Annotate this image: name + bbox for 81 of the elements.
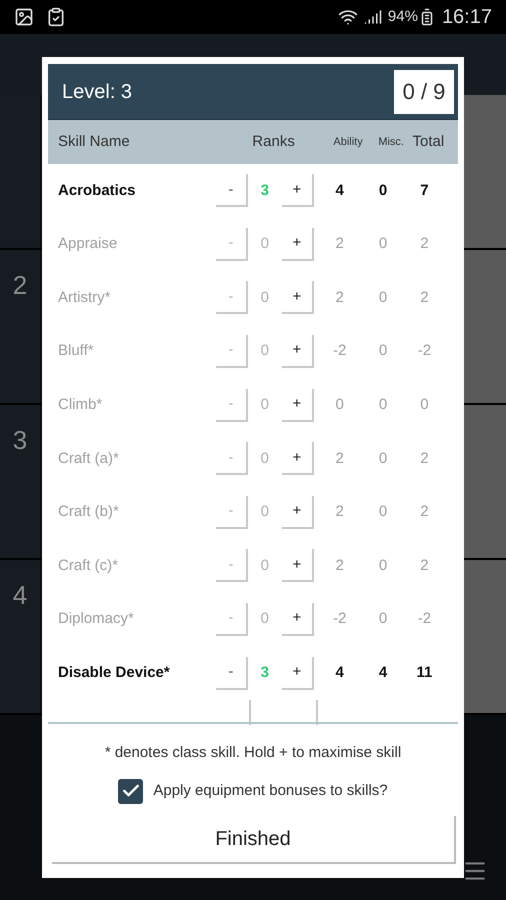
plus-button[interactable]: + [282,442,314,476]
skill-name: Acrobatics [58,180,137,201]
misc-value: 0 [378,180,388,201]
ability-value: 0 [334,394,345,415]
total-value: 2 [419,502,430,522]
ability-value: 2 [334,502,345,522]
class-skill-note: * denotes class skill. Hold + to maximise skill [104,743,402,763]
signal-icon [364,8,382,26]
rank-value: 3 [260,662,270,683]
skill-name: Appraise [58,234,118,254]
plus-button[interactable]: + [282,496,314,529]
rank-value: 0 [260,448,270,469]
skill-name: Craft (b)* [58,502,120,522]
image-icon [14,7,34,27]
ability-value: 4 [334,180,345,201]
total-value: 2 [419,234,430,254]
row-panel: 4 [0,560,40,713]
total-value: 11 [415,662,434,683]
total-value: 7 [419,180,430,201]
skill-name: Diplomacy* [58,609,135,630]
rank-value: 0 [260,502,270,522]
minus-button[interactable]: - [216,656,248,690]
rank-value: 0 [260,609,270,630]
total-value: 2 [419,288,430,308]
row-panel: 2 [0,250,40,403]
plus-button[interactable]: + [282,228,314,261]
plus-button[interactable]: + [282,388,314,422]
rank-value: 0 [260,234,270,254]
plus-button[interactable]: + [282,549,314,582]
ability-value: 2 [334,448,345,469]
total-value: 2 [419,448,430,469]
skill-name: Climb* [58,394,104,415]
rank-value: 0 [260,288,270,308]
column-title: Misc. [377,134,405,150]
misc-value: 4 [378,662,388,683]
equipment-checkbox[interactable] [118,778,144,804]
checkbox-label: Apply equipment bonuses to skills? [153,780,388,801]
misc-value: 0 [378,288,388,308]
plus-button[interactable]: + [282,281,314,314]
minus-button[interactable]: - [216,174,248,208]
ability-value: 4 [334,662,345,683]
ability-value: -2 [332,341,348,362]
total-value: 0 [419,394,430,415]
column-title: Total [412,132,446,152]
level-title: Level: 3 [62,80,132,104]
clipboard-icon [46,7,66,27]
total-value: -2 [416,609,432,630]
finished-button[interactable]: Finished [52,816,456,864]
skill-name: Craft (c)* [58,556,119,576]
plus-button[interactable]: + [282,335,314,368]
ability-value: 2 [334,556,345,576]
rank-value: 0 [260,556,270,576]
rank-value: 0 [260,394,270,415]
column-title: Ability [332,134,364,150]
skill-points: 0 / 9 [394,70,454,114]
misc-value: 0 [378,394,388,415]
row-panel: 3 [0,405,40,558]
ability-value: 2 [334,234,345,254]
skill-name: Artistry* [58,288,112,308]
total-value: -2 [416,341,432,362]
total-value: 2 [419,556,430,576]
column-title: Skill Name [58,132,131,152]
skill-name: Bluff* [58,341,95,362]
battery-level: 94% [388,6,418,27]
plus-button[interactable]: + [282,603,314,636]
misc-value: 0 [378,556,388,576]
misc-value: 0 [378,341,388,362]
ability-value: -2 [332,609,348,630]
misc-value: 0 [378,609,388,630]
ability-value: 2 [334,288,345,308]
column-title: Ranks [251,132,296,152]
skill-name: Disable Device* [58,662,171,683]
clock: 16:17 [442,5,492,30]
plus-button[interactable]: + [282,656,314,690]
rank-value: 0 [260,341,270,362]
rank-value: 3 [260,180,270,201]
misc-value: 0 [378,234,388,254]
misc-value: 0 [378,448,388,469]
plus-button[interactable]: + [282,174,314,208]
skill-name: Craft (a)* [58,448,120,469]
misc-value: 0 [378,502,388,522]
